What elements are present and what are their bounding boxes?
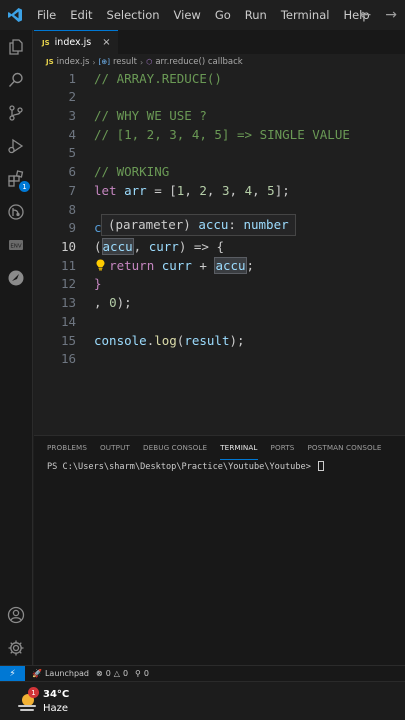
code-line: 4// [1, 2, 3, 4, 5] => SINGLE VALUE	[68, 127, 350, 142]
problems-status[interactable]: ⊗ 0 △ 0	[89, 669, 128, 678]
svg-text:ENV: ENV	[10, 244, 22, 250]
code-line: 7 let arr = [1, 2, 3, 4, 5];	[68, 183, 290, 198]
code-comment: // WHY WE USE ?	[94, 108, 207, 123]
code-line: 3// WHY WE USE ?	[68, 108, 207, 123]
tab-label: index.js	[54, 37, 92, 48]
tab-debug-console[interactable]: DEBUG CONSOLE	[143, 436, 207, 460]
code-line: 15 console.log(result);	[60, 333, 245, 348]
editor-tab-bar: JS index.js ×	[34, 30, 405, 54]
explorer-icon[interactable]	[4, 35, 28, 59]
menu-file[interactable]: File	[30, 0, 63, 30]
notification-badge: 1	[28, 687, 39, 698]
broadcast-icon: ⚲	[135, 669, 141, 678]
code-statement: return curr + accu;	[109, 257, 255, 274]
gitlens-icon[interactable]	[4, 200, 28, 224]
bottom-panel: PROBLEMS OUTPUT DEBUG CONSOLE TERMINAL P…	[34, 435, 405, 665]
tab-problems[interactable]: PROBLEMS	[47, 436, 87, 460]
menu-terminal[interactable]: Terminal	[274, 0, 337, 30]
postman-icon[interactable]	[4, 266, 28, 290]
menu-edit[interactable]: Edit	[63, 0, 99, 30]
code-line: 5	[68, 145, 76, 160]
code-line: 2	[68, 89, 76, 104]
back-arrow-icon[interactable]: ←	[360, 7, 372, 23]
menu-selection[interactable]: Selection	[100, 0, 167, 30]
highlighted-accu: accu	[214, 257, 247, 274]
javascript-file-icon: JS	[46, 58, 54, 66]
extensions-badge: 1	[19, 181, 30, 192]
close-icon[interactable]: ×	[102, 37, 110, 48]
code-line: 11 return curr + accu;	[60, 257, 255, 274]
tab-ports[interactable]: PORTS	[271, 436, 295, 460]
variable-icon: [⊕]	[98, 58, 110, 66]
parameter-hover-tooltip: (parameter) accu: number	[101, 214, 296, 236]
function-cube-icon: ⬡	[146, 58, 153, 66]
source-control-icon[interactable]	[4, 101, 28, 125]
breadcrumb: JS index.js › [⊕] result › ⬡ arr.reduce(…	[34, 54, 405, 70]
terminal-cursor	[318, 461, 325, 471]
run-debug-icon[interactable]	[4, 134, 28, 158]
launchpad-status[interactable]: 🚀 Launchpad	[25, 669, 89, 678]
code-line: 13, 0);	[60, 295, 132, 310]
menu-bar: File Edit Selection View Go Run Terminal…	[30, 0, 377, 30]
tab-postman-console[interactable]: POSTMAN CONSOLE	[307, 436, 381, 460]
javascript-file-icon: JS	[42, 38, 50, 47]
menu-run[interactable]: Run	[238, 0, 274, 30]
activity-bar: 1 ENV	[0, 30, 33, 665]
code-statement: , 0);	[94, 295, 132, 310]
tab-output[interactable]: OUTPUT	[100, 436, 130, 460]
code-statement: let arr = [1, 2, 3, 4, 5];	[94, 183, 290, 198]
code-comment: // WORKING	[94, 164, 170, 179]
code-comment: // [1, 2, 3, 4, 5] => SINGLE VALUE	[94, 127, 350, 142]
error-icon: ⊗	[96, 669, 103, 678]
chevron-right-icon: ›	[92, 57, 96, 67]
search-icon[interactable]	[4, 68, 28, 92]
rocket-icon: 🚀	[32, 669, 42, 678]
menu-go[interactable]: Go	[208, 0, 238, 30]
code-line-active: 10 (accu, curr) => {	[60, 238, 224, 255]
lightbulb-icon[interactable]	[96, 256, 105, 271]
breadcrumb-symbol-result[interactable]: result	[113, 57, 137, 67]
windows-taskbar: 1 34°C Haze	[0, 681, 405, 720]
code-editor[interactable]: 1// ARRAY.REDUCE() 2 3// WHY WE USE ? 4/…	[34, 70, 405, 435]
warning-icon: △	[113, 669, 120, 678]
code-line: 12}	[60, 276, 102, 291]
account-icon[interactable]	[4, 603, 28, 627]
weather-condition[interactable]: Haze	[43, 703, 68, 714]
breadcrumb-file[interactable]: index.js	[57, 57, 90, 67]
code-line: 16	[60, 351, 76, 366]
code-line: 1// ARRAY.REDUCE()	[68, 71, 222, 86]
chevron-right-icon: ›	[140, 57, 144, 67]
tab-index-js[interactable]: JS index.js ×	[34, 30, 118, 54]
remote-indicator-icon[interactable]: ⚡	[0, 665, 25, 682]
code-line: 14	[60, 314, 76, 329]
status-bar: ⚡ 🚀 Launchpad ⊗ 0 △ 0 ⚲ 0	[0, 665, 405, 682]
ports-status[interactable]: ⚲ 0	[128, 669, 149, 678]
title-bar: File Edit Selection View Go Run Terminal…	[0, 0, 405, 30]
tab-terminal[interactable]: TERMINAL	[220, 436, 258, 460]
code-comment: // ARRAY.REDUCE()	[94, 71, 222, 86]
highlighted-accu: accu	[101, 238, 134, 255]
extensions-icon[interactable]: 1	[4, 167, 30, 192]
menu-view[interactable]: View	[167, 0, 208, 30]
forward-arrow-icon[interactable]: →	[385, 7, 397, 23]
env-file-icon[interactable]: ENV	[4, 233, 28, 257]
panel-tabs: PROBLEMS OUTPUT DEBUG CONSOLE TERMINAL P…	[34, 436, 405, 460]
terminal-prompt[interactable]: PS C:\Users\sharm\Desktop\Practice\Youtu…	[47, 461, 325, 472]
vscode-logo-icon[interactable]	[0, 0, 30, 30]
breadcrumb-symbol-callback[interactable]: arr.reduce() callback	[155, 57, 242, 67]
code-statement: (accu, curr) => {	[94, 238, 224, 255]
weather-temperature[interactable]: 34°C	[43, 689, 69, 700]
settings-gear-icon[interactable]	[4, 636, 28, 660]
code-line: 6// WORKING	[68, 164, 170, 179]
code-statement: console.log(result);	[94, 333, 245, 348]
navigation-arrows: ← →	[360, 0, 401, 30]
